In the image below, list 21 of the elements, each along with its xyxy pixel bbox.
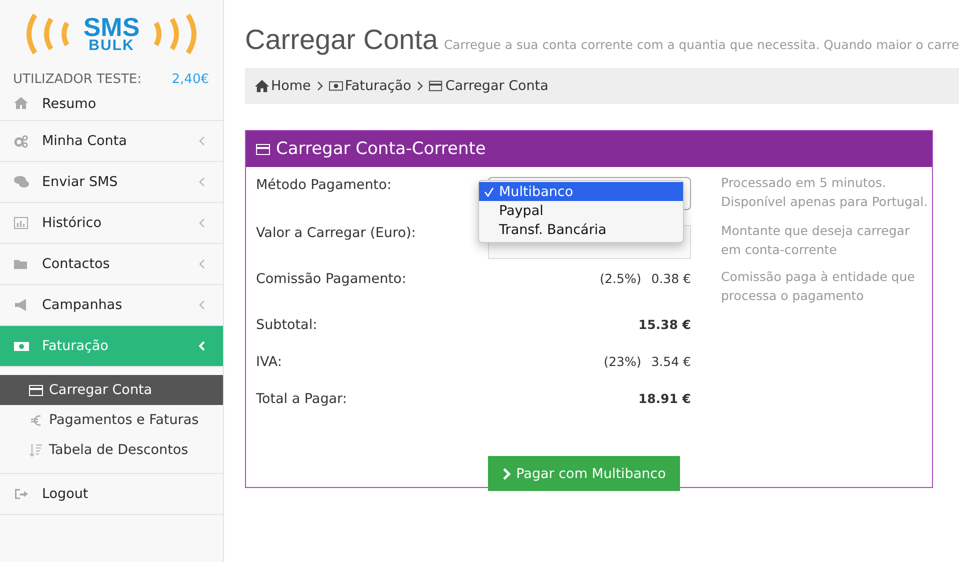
page-subtitle: Carregue a sua conta corrente com a quantia que necessita. Quando maior o carre [444,37,959,52]
balance: 2,40€ [172,72,209,87]
logo: SMS BULK [0,0,223,66]
amount-value: 3.54 € [651,354,691,369]
amount-value: 0.38 € [651,271,691,286]
page-title: Carregar Conta [245,24,438,56]
user-name: UTILIZADOR TESTE: [13,72,142,87]
field-label: Comissão Pagamento: [256,270,408,287]
field-label: Valor a Carregar (Euro): [256,224,417,241]
field-label: Subtotal: [256,316,318,333]
field-label: Método Pagamento: [256,176,392,193]
help-text: Montante que deseja carregar em conta-corrente [720,222,911,259]
panel-title: Carregar Conta-Corrente [276,139,486,159]
percent-text: (2.5%) [600,271,642,286]
total-value: 18.91 € [638,391,691,406]
field-label: Total a Pagar: [256,390,348,407]
help-text: Comissão paga à entidade que processa o pagamento [720,268,916,305]
percent-text: (23%) [604,354,642,369]
total-value: 15.38 € [638,317,691,332]
field-label: IVA: [256,353,283,370]
help-text: Processado em 5 minutos. Disponível apenas para Portugal. [720,174,929,211]
